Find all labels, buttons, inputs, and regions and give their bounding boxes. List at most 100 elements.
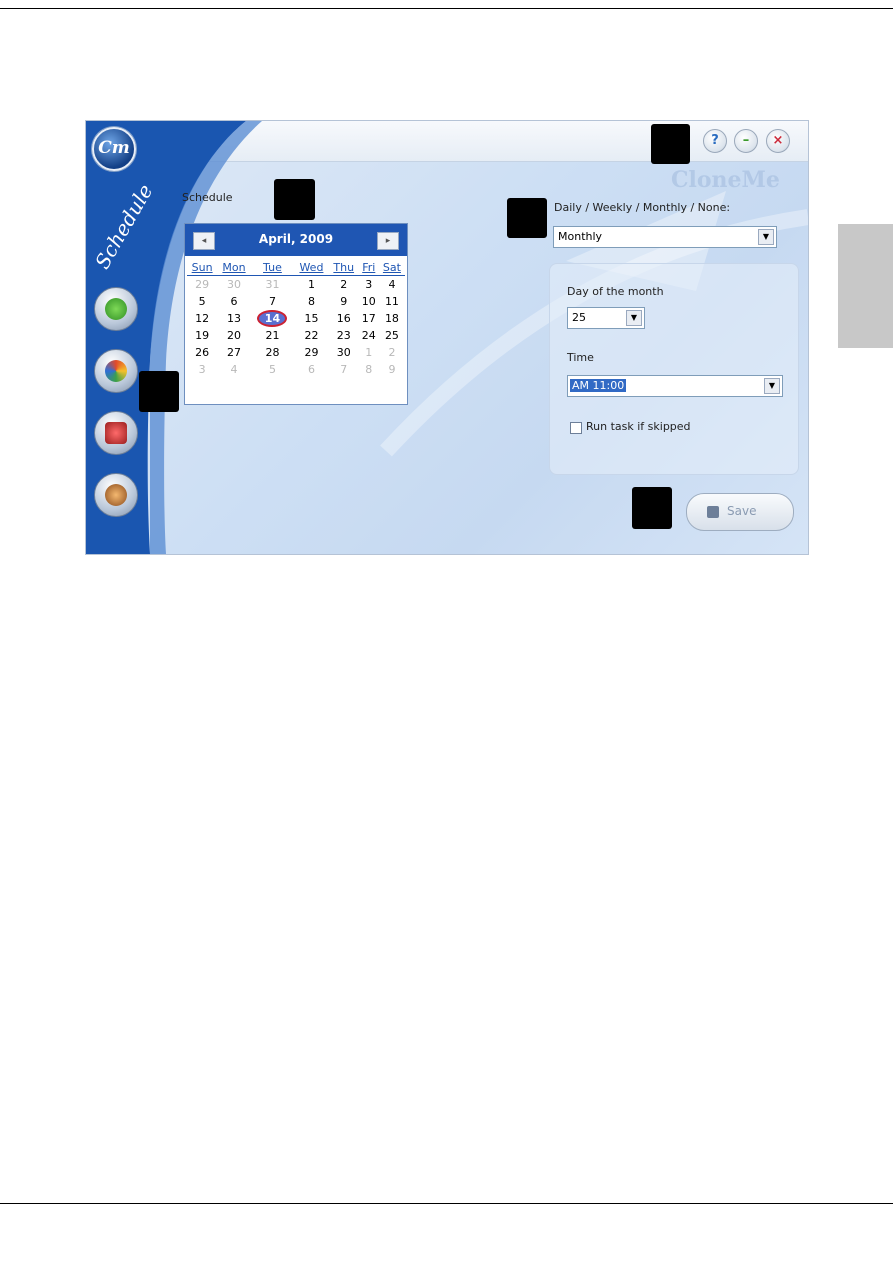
calendar-day[interactable]: 3 <box>187 361 217 378</box>
calendar-day[interactable]: 1 <box>359 344 379 361</box>
next-month-button[interactable]: ▸ <box>377 232 399 250</box>
save-icon <box>707 506 719 518</box>
calendar-day-number: 14 <box>257 310 288 327</box>
calendar-day[interactable]: 15 <box>294 310 329 327</box>
nav-settings-button[interactable] <box>94 473 138 517</box>
callout-marker <box>651 124 690 164</box>
calendar-day-number: 20 <box>227 329 242 342</box>
nav-backup-button[interactable] <box>94 287 138 331</box>
nav-restore-button[interactable] <box>94 349 138 393</box>
calendar-day[interactable]: 8 <box>359 361 379 378</box>
calendar-day[interactable]: 31 <box>251 276 294 294</box>
time-value: AM 11:00 <box>570 379 627 392</box>
calendar-day[interactable]: 19 <box>187 327 217 344</box>
calendar-day[interactable]: 18 <box>379 310 405 327</box>
calendar-day-number: 26 <box>195 346 210 359</box>
calendar-day[interactable]: 28 <box>251 344 294 361</box>
weekday-header: Tue <box>250 260 295 276</box>
calendar-day[interactable]: 17 <box>359 310 379 327</box>
calendar-day-number: 2 <box>388 346 396 359</box>
frequency-value: Monthly <box>558 230 603 243</box>
calendar-day[interactable]: 26 <box>187 344 217 361</box>
page-side-tab <box>838 224 893 348</box>
calendar-day[interactable]: 4 <box>217 361 251 378</box>
calendar-day-number: 31 <box>265 278 280 291</box>
calendar-day[interactable]: 4 <box>379 276 405 294</box>
calendar-week-row: 29 30 31 1 2 3 4 <box>187 276 405 294</box>
calendar-day[interactable]: 3 <box>359 276 379 294</box>
calendar-day-number: 29 <box>304 346 319 359</box>
calendar-day-selected[interactable]: 14 <box>251 310 294 327</box>
calendar-day-number: 17 <box>361 312 376 325</box>
time-label: Time <box>567 351 594 364</box>
backup-icon <box>105 298 127 320</box>
schedule-window: Cm Schedule CloneMe ? – × Schedule ◂ Apr… <box>85 120 809 555</box>
calendar-day[interactable]: 25 <box>379 327 405 344</box>
calendar-day-number: 5 <box>198 295 206 308</box>
save-button[interactable]: Save <box>686 493 794 531</box>
frequency-select[interactable]: Monthly ▼ <box>553 226 777 248</box>
calendar-week-row: 5 6 7 8 9 10 11 <box>187 293 405 310</box>
day-of-month-value: 25 <box>572 311 586 324</box>
calendar-day[interactable]: 30 <box>329 344 359 361</box>
callout-marker <box>139 371 179 412</box>
callout-marker <box>632 487 672 529</box>
nav-schedule-button[interactable] <box>94 411 138 455</box>
close-button[interactable]: × <box>766 129 790 153</box>
calendar-day[interactable]: 16 <box>329 310 359 327</box>
calendar-day-number: 30 <box>227 278 242 291</box>
calendar-day-number: 15 <box>304 312 319 325</box>
calendar-day-number: 13 <box>227 312 242 325</box>
calendar-day-number: 19 <box>195 329 210 342</box>
calendar-day[interactable]: 5 <box>251 361 294 378</box>
schedule-label: Schedule <box>182 191 233 204</box>
calendar-day[interactable]: 7 <box>251 293 294 310</box>
calendar-day-number: 24 <box>361 329 376 342</box>
calendar-day[interactable]: 29 <box>294 344 329 361</box>
calendar-day[interactable]: 12 <box>187 310 217 327</box>
calendar-day[interactable]: 10 <box>359 293 379 310</box>
save-label: Save <box>727 504 757 518</box>
calendar-day-number: 3 <box>198 363 206 376</box>
calendar-day[interactable]: 9 <box>329 293 359 310</box>
calendar-day[interactable]: 2 <box>379 344 405 361</box>
calendar-day-number: 18 <box>384 312 399 325</box>
calendar-day[interactable]: 11 <box>379 293 405 310</box>
calendar-day-number: 27 <box>227 346 242 359</box>
calendar-week-row: 12 13 14 15 16 17 18 <box>187 310 405 327</box>
calendar-day-number: 23 <box>336 329 351 342</box>
help-button[interactable]: ? <box>703 129 727 153</box>
calendar-day-number: 30 <box>336 346 351 359</box>
calendar-day[interactable]: 9 <box>379 361 405 378</box>
calendar-day[interactable]: 6 <box>217 293 251 310</box>
time-select[interactable]: AM 11:00 ▼ <box>567 375 783 397</box>
calendar-day[interactable]: 2 <box>329 276 359 294</box>
calendar-day-number: 2 <box>340 278 348 291</box>
calendar-day[interactable]: 23 <box>329 327 359 344</box>
calendar-day[interactable]: 22 <box>294 327 329 344</box>
calendar-day[interactable]: 29 <box>187 276 217 294</box>
calendar-day-number: 7 <box>340 363 348 376</box>
calendar-day[interactable]: 30 <box>217 276 251 294</box>
calendar-day-number: 16 <box>336 312 351 325</box>
calendar-day[interactable]: 6 <box>294 361 329 378</box>
calendar-week-row: 3 4 5 6 7 8 9 <box>187 361 405 378</box>
minimize-icon: – <box>742 133 750 148</box>
calendar-day[interactable]: 24 <box>359 327 379 344</box>
app-logo[interactable]: Cm <box>92 127 136 171</box>
calendar-day[interactable]: 13 <box>217 310 251 327</box>
calendar-day-number: 11 <box>384 295 399 308</box>
calendar-day[interactable]: 7 <box>329 361 359 378</box>
calendar-day[interactable]: 5 <box>187 293 217 310</box>
calendar-day[interactable]: 8 <box>294 293 329 310</box>
calendar-day[interactable]: 1 <box>294 276 329 294</box>
weekday-header: Wed <box>294 260 329 276</box>
calendar-day[interactable]: 27 <box>217 344 251 361</box>
weekday-header: Mon <box>217 260 251 276</box>
minimize-button[interactable]: – <box>734 129 758 153</box>
run-task-if-skipped-checkbox[interactable] <box>570 422 582 434</box>
calendar-day[interactable]: 21 <box>251 327 294 344</box>
calendar-day[interactable]: 20 <box>217 327 251 344</box>
calendar-day-number: 21 <box>265 329 280 342</box>
day-of-month-select[interactable]: 25 ▼ <box>567 307 645 329</box>
